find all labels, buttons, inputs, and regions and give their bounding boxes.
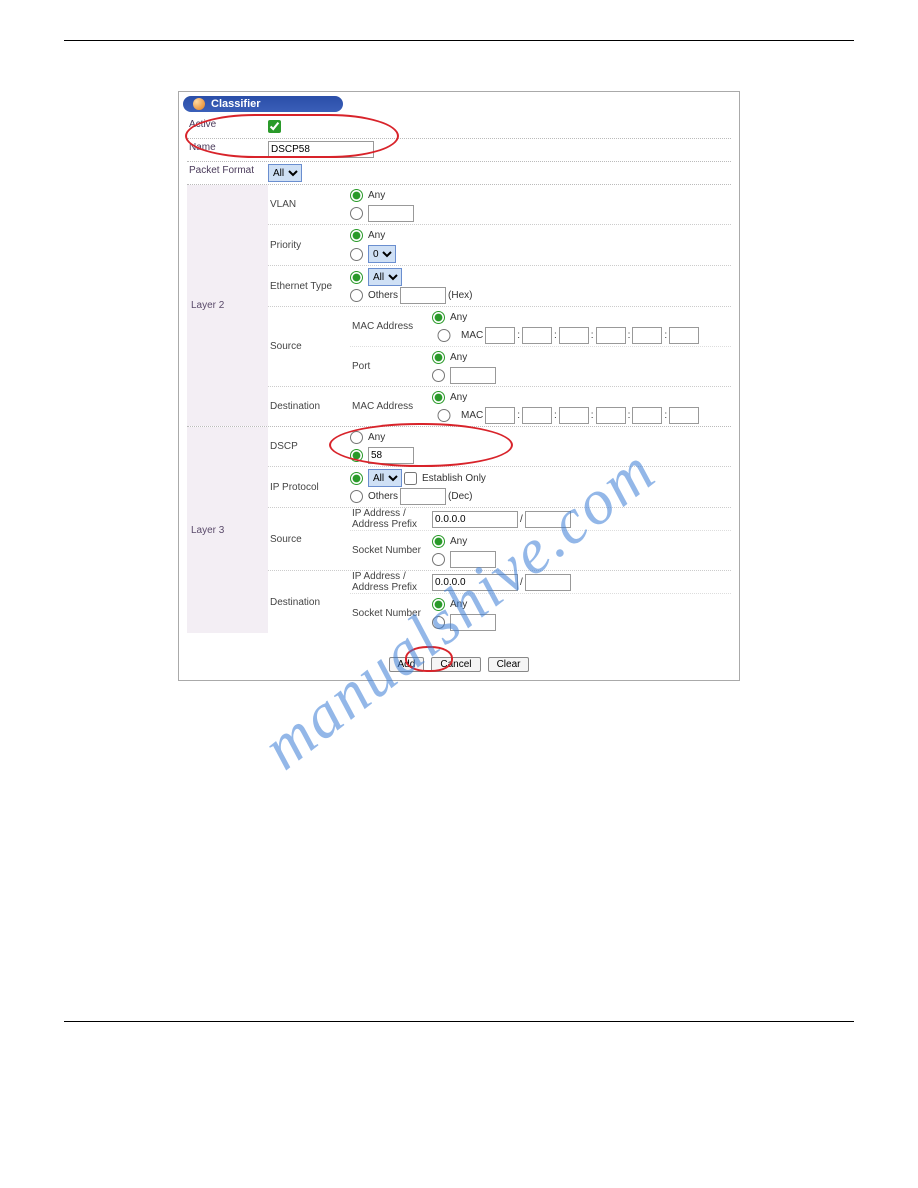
ipproto-others-radio[interactable] xyxy=(350,490,363,503)
layer3-section-label: Layer 3 xyxy=(187,427,268,633)
eth-hex-label: (Hex) xyxy=(448,290,472,301)
panel-title: Classifier xyxy=(211,98,261,110)
l2-src-mac-3[interactable] xyxy=(559,327,589,344)
l3-dst-socket-value-radio[interactable] xyxy=(432,616,445,629)
dscp-any-label: Any xyxy=(368,432,385,443)
l2-dst-mac-text: MAC xyxy=(461,410,483,421)
priority-label: Priority xyxy=(268,240,350,251)
vlan-any-label: Any xyxy=(368,190,385,201)
eth-others-radio[interactable] xyxy=(350,289,363,302)
priority-value-radio[interactable] xyxy=(350,248,363,261)
l2-src-port-value-radio[interactable] xyxy=(432,369,445,382)
l2-dst-mac-any-label: Any xyxy=(450,392,467,403)
l3-src-ipaddr-label: IP Address / Address Prefix xyxy=(350,508,432,530)
vlan-value-input[interactable] xyxy=(368,205,414,222)
dscp-any-radio[interactable] xyxy=(350,431,363,444)
l2-dst-mac-2[interactable] xyxy=(522,407,552,424)
l3-dst-ipaddr-label: IP Address / Address Prefix xyxy=(350,571,432,593)
establish-only-checkbox[interactable] xyxy=(404,472,417,485)
l3-src-prefix-input[interactable] xyxy=(525,511,571,528)
priority-any-radio[interactable] xyxy=(350,229,363,242)
l2-src-mac-1[interactable] xyxy=(485,327,515,344)
priority-any-label: Any xyxy=(368,230,385,241)
l3-src-ip-input[interactable] xyxy=(432,511,518,528)
ipproto-others-input[interactable] xyxy=(400,488,446,505)
name-input[interactable] xyxy=(268,141,374,158)
establish-only-label: Establish Only xyxy=(422,473,486,484)
l2-src-port-any-label: Any xyxy=(450,352,467,363)
l2-dest-mac-label: MAC Address xyxy=(350,401,432,412)
vlan-any-radio[interactable] xyxy=(350,189,363,202)
l2-src-mac-4[interactable] xyxy=(596,327,626,344)
l3-dst-socket-label: Socket Number xyxy=(350,608,432,619)
l2-dst-mac-4[interactable] xyxy=(596,407,626,424)
ipproto-label: IP Protocol xyxy=(268,482,350,493)
ipproto-select[interactable]: All xyxy=(368,469,402,487)
l2-dst-mac-value-radio[interactable] xyxy=(432,409,456,422)
l3-src-socket-any-radio[interactable] xyxy=(432,535,445,548)
priority-select[interactable]: 0 xyxy=(368,245,396,263)
ipproto-others-label: Others xyxy=(368,491,398,502)
l2-src-mac-any-radio[interactable] xyxy=(432,311,445,324)
l3-dest-label: Destination xyxy=(268,597,350,608)
active-label: Active xyxy=(187,116,266,138)
add-button[interactable]: Add xyxy=(389,657,425,672)
ipproto-dec-label: (Dec) xyxy=(448,491,472,502)
l2-src-mac-6[interactable] xyxy=(669,327,699,344)
vlan-value-radio[interactable] xyxy=(350,207,363,220)
eth-all-radio[interactable] xyxy=(350,271,363,284)
packet-format-select[interactable]: All xyxy=(268,164,302,182)
l3-dst-socket-any-label: Any xyxy=(450,599,467,610)
eth-type-label: Ethernet Type xyxy=(268,281,350,292)
l2-source-port-label: Port xyxy=(350,361,432,372)
page-bottom-rule xyxy=(64,1021,854,1022)
dscp-value-input[interactable] xyxy=(368,447,414,464)
eth-others-label: Others xyxy=(368,290,398,301)
l2-src-mac-text: MAC xyxy=(461,330,483,341)
l2-source-mac-label: MAC Address xyxy=(350,321,432,332)
l2-src-port-any-radio[interactable] xyxy=(432,351,445,364)
l2-source-label: Source xyxy=(268,341,350,352)
active-checkbox[interactable] xyxy=(268,120,281,133)
l2-dst-mac-1[interactable] xyxy=(485,407,515,424)
classifier-form-figure: Classifier Active Name Packet Format All… xyxy=(178,91,740,681)
l3-dst-socket-input[interactable] xyxy=(450,614,496,631)
titlebar-dot-icon xyxy=(193,98,205,110)
l3-dst-ip-input[interactable] xyxy=(432,574,518,591)
l2-dst-mac-3[interactable] xyxy=(559,407,589,424)
l3-dst-socket-any-radio[interactable] xyxy=(432,598,445,611)
l2-dest-label: Destination xyxy=(268,401,350,412)
l2-src-mac-5[interactable] xyxy=(632,327,662,344)
name-label: Name xyxy=(187,139,266,161)
l3-source-label: Source xyxy=(268,534,350,545)
clear-button[interactable]: Clear xyxy=(488,657,530,672)
l2-dst-mac-5[interactable] xyxy=(632,407,662,424)
eth-others-input[interactable] xyxy=(400,287,446,304)
ipproto-all-radio[interactable] xyxy=(350,472,363,485)
l3-dst-prefix-input[interactable] xyxy=(525,574,571,591)
l3-src-socket-label: Socket Number xyxy=(350,545,432,556)
l3-src-socket-value-radio[interactable] xyxy=(432,553,445,566)
l3-src-socket-input[interactable] xyxy=(450,551,496,568)
l2-dst-mac-6[interactable] xyxy=(669,407,699,424)
l2-src-mac-value-radio[interactable] xyxy=(432,329,456,342)
panel-titlebar: Classifier xyxy=(183,96,343,112)
page-top-rule xyxy=(64,40,854,41)
l2-src-mac-2[interactable] xyxy=(522,327,552,344)
dscp-label: DSCP xyxy=(268,441,350,452)
vlan-label: VLAN xyxy=(268,199,350,210)
packet-format-label: Packet Format xyxy=(187,162,266,184)
layer2-section-label: Layer 2 xyxy=(187,185,268,426)
dscp-value-radio[interactable] xyxy=(350,449,363,462)
l2-src-port-input[interactable] xyxy=(450,367,496,384)
l2-src-mac-any-label: Any xyxy=(450,312,467,323)
eth-all-select[interactable]: All xyxy=(368,268,402,286)
form-actions: Add Cancel Clear xyxy=(179,643,739,680)
cancel-button[interactable]: Cancel xyxy=(431,657,480,672)
l2-dst-mac-any-radio[interactable] xyxy=(432,391,445,404)
l3-src-socket-any-label: Any xyxy=(450,536,467,547)
